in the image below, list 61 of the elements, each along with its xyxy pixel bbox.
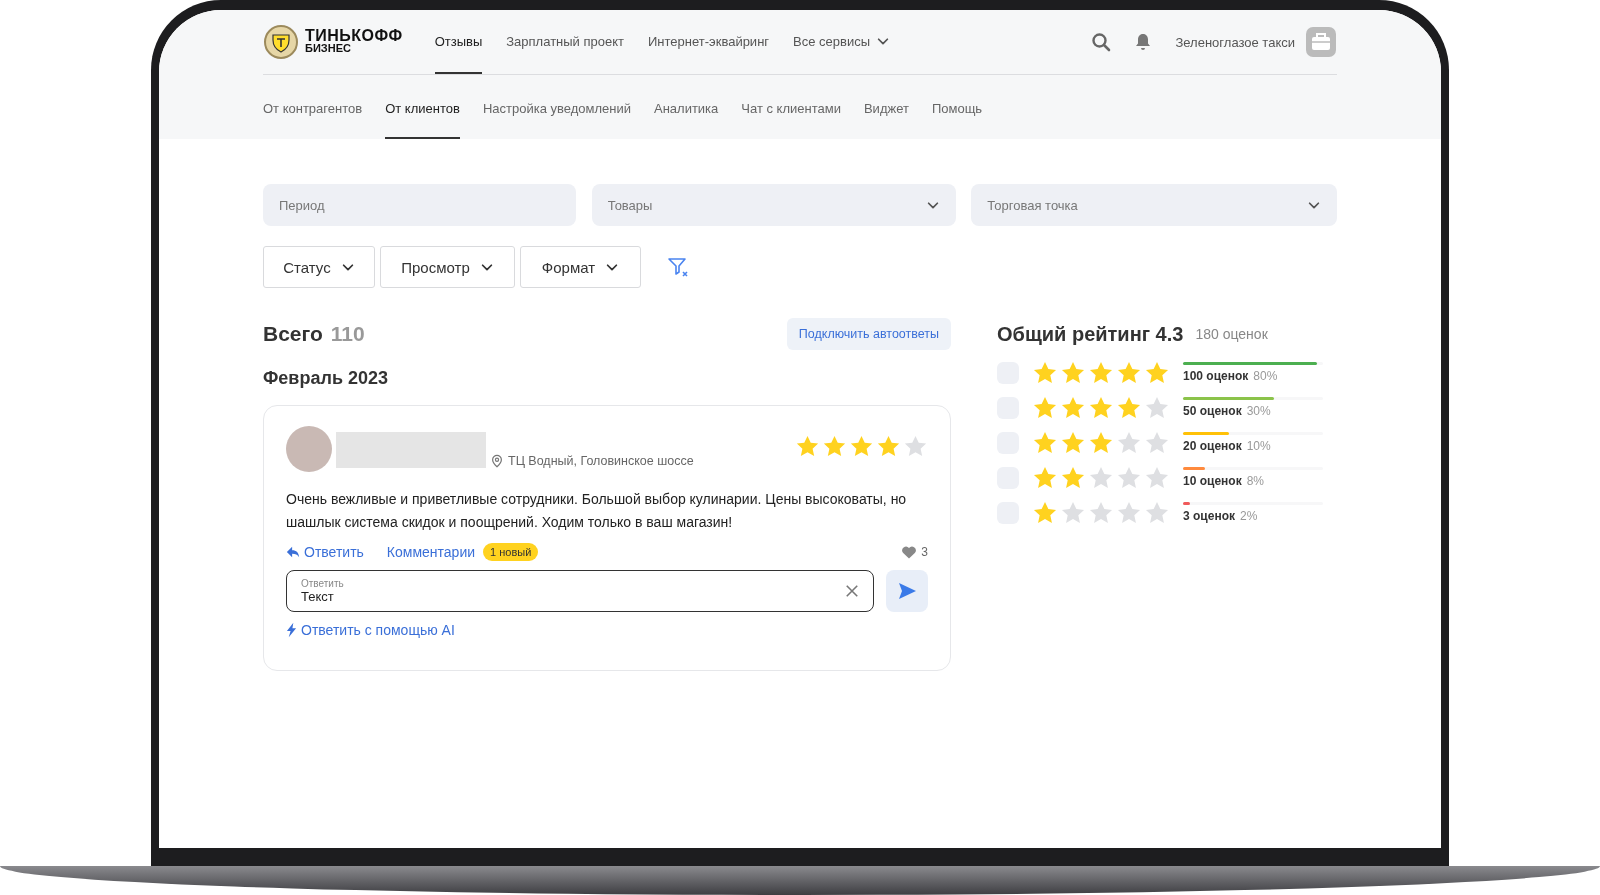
reply-input-field[interactable]: Ответить Текст bbox=[286, 570, 874, 612]
star-icon bbox=[876, 434, 901, 459]
briefcase-avatar-icon[interactable] bbox=[1305, 26, 1337, 58]
sub-nav-tab[interactable]: Помощь bbox=[931, 75, 983, 139]
nav-tab[interactable]: Отзывы bbox=[434, 10, 483, 74]
rating-percent: 80% bbox=[1253, 369, 1278, 383]
total-count: 110 bbox=[330, 322, 365, 346]
sub-nav-tab[interactable]: Чат с клиентами bbox=[741, 75, 841, 139]
rating-count: 180 оценок bbox=[1195, 326, 1268, 342]
rating-count-label: 50 оценок bbox=[1183, 404, 1242, 418]
rating-title: Общий рейтинг 4.3 bbox=[997, 322, 1184, 346]
ai-reply-link[interactable]: Ответить с помощью AI bbox=[286, 622, 928, 638]
sub-nav-tab[interactable]: От клиентов bbox=[385, 75, 460, 139]
dropdown-field[interactable]: Торговая точка bbox=[971, 184, 1337, 226]
comments-link[interactable]: Комментарии bbox=[386, 544, 476, 560]
total-label: Всего bbox=[263, 322, 323, 346]
star-icon bbox=[849, 434, 874, 459]
avatar-photo-placeholder bbox=[286, 426, 332, 472]
filter-dropdown-button[interactable]: Формат bbox=[520, 246, 641, 288]
month-heading: Февраль 2023 bbox=[263, 368, 389, 389]
rating-percent: 2% bbox=[1240, 509, 1258, 523]
clear-icon[interactable] bbox=[845, 584, 859, 598]
rating-count-label: 20 оценок bbox=[1183, 439, 1242, 453]
rating-count-label: 10 оценок bbox=[1183, 474, 1242, 488]
nav-tab[interactable]: Зарплатный проект bbox=[506, 10, 624, 74]
lightning-icon bbox=[286, 622, 297, 638]
dropdown-field[interactable]: Товары bbox=[591, 184, 957, 226]
star-icon bbox=[822, 434, 847, 459]
reply-arrow-icon bbox=[286, 545, 300, 559]
reply-link[interactable]: Ответить bbox=[286, 544, 364, 560]
autoreply-button[interactable]: Подключить автоответы bbox=[786, 318, 951, 350]
logo-subtitle: БИЗНЕС bbox=[305, 42, 352, 55]
rating-count-label: 3 оценок bbox=[1183, 509, 1235, 523]
clear-filter-icon[interactable] bbox=[666, 255, 690, 279]
nav-tab[interactable]: Все сервисы bbox=[793, 10, 891, 74]
review-location: ТЦ Водный, Головинское шоссе bbox=[508, 454, 694, 468]
rating-percent: 10% bbox=[1246, 439, 1271, 453]
account-name[interactable]: Зеленоглазое такси bbox=[1175, 34, 1295, 50]
sub-nav-tab[interactable]: Аналитика bbox=[653, 75, 719, 139]
location-pin-icon bbox=[490, 454, 504, 468]
shield-logo-icon bbox=[263, 24, 299, 60]
filter-dropdown-button[interactable]: Статус bbox=[263, 246, 375, 288]
rating-percent: 8% bbox=[1246, 474, 1264, 488]
heart-icon[interactable] bbox=[901, 544, 918, 560]
sub-nav-tab[interactable]: Настройка уведомлений bbox=[482, 75, 631, 139]
input-field[interactable]: Период bbox=[263, 184, 576, 226]
send-icon bbox=[897, 581, 917, 601]
sub-nav-tab[interactable]: Виджет bbox=[863, 75, 909, 139]
like-count: 3 bbox=[921, 545, 928, 559]
rating-percent: 30% bbox=[1246, 404, 1271, 418]
sub-nav-tab[interactable]: От контрагентов bbox=[263, 75, 363, 139]
send-button[interactable] bbox=[886, 570, 928, 612]
rating-count-label: 100 оценок bbox=[1183, 369, 1249, 383]
nav-tab[interactable]: Интернет-эквайринг bbox=[648, 10, 770, 74]
review-text: Очень вежливые и приветливые сотрудники. Большой выбор кулинарии. Цены высоковаты, но шашлык система скидок и поощрений. Ходим только в ваш магазин! bbox=[286, 490, 908, 532]
search-icon[interactable] bbox=[1091, 32, 1112, 52]
star-icon bbox=[795, 434, 820, 459]
logo-title: ТИНЬКОФФ bbox=[305, 29, 403, 42]
filter-dropdown-button[interactable]: Просмотр bbox=[380, 246, 515, 288]
star-icon bbox=[903, 434, 928, 459]
new-comments-badge: 1 новый bbox=[483, 543, 539, 561]
